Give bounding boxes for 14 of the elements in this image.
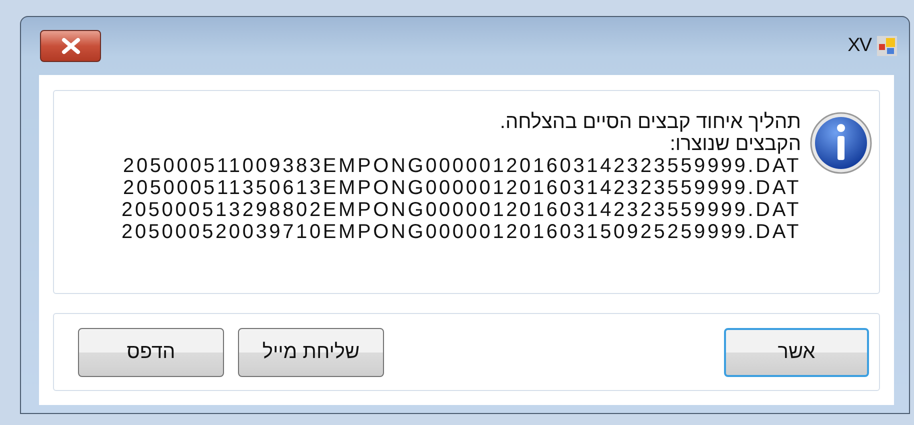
message-text: תהליך איחוד קבצים הסיים בהצלחה.: [498, 111, 801, 133]
app-icon: [877, 36, 897, 56]
close-icon: [60, 38, 82, 54]
info-icon: [809, 111, 873, 175]
file-name: 205000513298802EMPONG000001201603142323559999.DAT: [122, 199, 801, 221]
dialog-button[interactable]: שליחת מייל: [238, 328, 384, 376]
dialog-button[interactable]: אשר: [724, 328, 869, 376]
file-name: 205000520039710EMPONG000001201603150925259999.DAT: [122, 221, 801, 243]
file-name: 205000511009383EMPONG000001201603142323559999.DAT: [122, 155, 801, 177]
window-title: XV: [848, 35, 871, 57]
message-text: הקבצים שנוצרו:: [668, 133, 801, 155]
dialog-button[interactable]: הדפס: [78, 328, 224, 376]
close-button[interactable]: [40, 30, 101, 62]
file-name: 205000511350613EMPONG000001201603142323559999.DAT: [122, 177, 801, 199]
